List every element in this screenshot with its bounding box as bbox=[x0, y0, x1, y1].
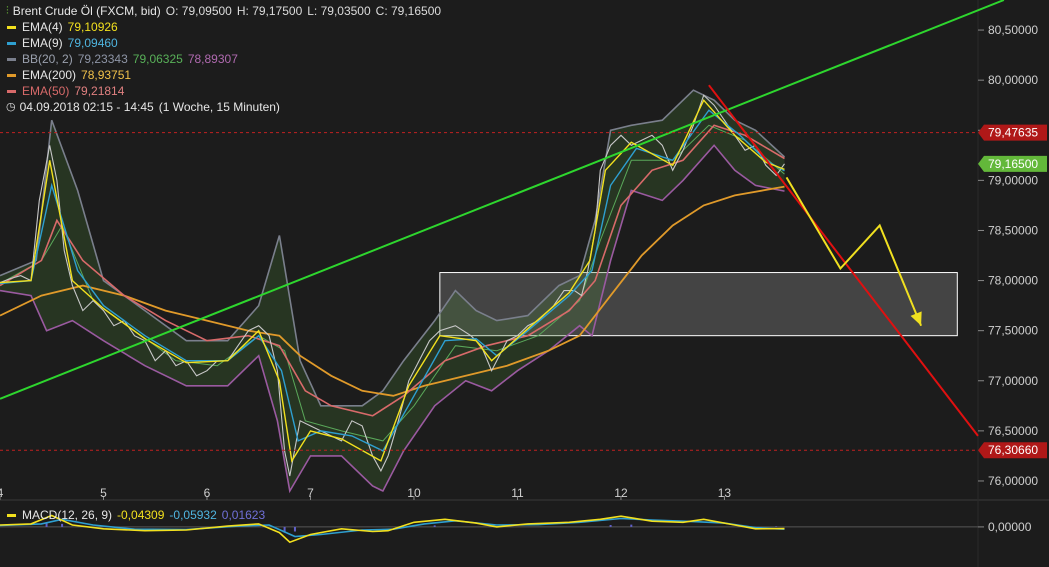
legend-ema4[interactable]: EMA(4) 79,10926 bbox=[4, 19, 446, 35]
time-tick-label: 11 bbox=[511, 486, 524, 500]
time-tick-label: 13 bbox=[718, 486, 732, 500]
bb-swatch bbox=[7, 57, 16, 61]
instrument-name: Brent Crude Öl (FXCM, bid) bbox=[12, 4, 161, 18]
ema4-value: 79,10926 bbox=[67, 20, 118, 34]
bb-upper-value: 79,23343 bbox=[77, 52, 128, 66]
legend-bb[interactable]: BB(20, 2) 79,23343 79,06325 78,89307 bbox=[4, 51, 446, 67]
macd-hist-bar bbox=[433, 525, 436, 527]
low-value: L: 79,03500 bbox=[307, 4, 371, 18]
candlestick-icon: ⫶ bbox=[6, 5, 9, 17]
price-tick-label: 76,00000 bbox=[988, 474, 1038, 488]
period-range: 04.09.2018 02:15 - 14:45 bbox=[19, 100, 154, 114]
macd-signal-value: -0,05932 bbox=[169, 508, 217, 522]
macd-value: -0,04309 bbox=[117, 508, 165, 522]
time-tick-label: 12 bbox=[614, 486, 628, 500]
macd-tick-label: 0,00000 bbox=[988, 520, 1032, 534]
last-price-label: 79,16500 bbox=[978, 155, 1047, 172]
time-tick-label: 5 bbox=[100, 486, 107, 500]
price-tick-label: 76,50000 bbox=[988, 424, 1038, 438]
ema9-value: 79,09460 bbox=[67, 36, 118, 50]
bb-lower-value: 78,89307 bbox=[187, 52, 238, 66]
ema9-label: EMA(9) bbox=[22, 36, 63, 50]
time-tick-label: 10 bbox=[407, 486, 421, 500]
ema4-label: EMA(4) bbox=[22, 20, 63, 34]
period-interval: (1 Woche, 15 Minuten) bbox=[158, 100, 280, 114]
price-label-text: 79,16500 bbox=[988, 157, 1038, 171]
macd-hist-bar bbox=[61, 523, 64, 527]
legend-period: ◷ 04.09.2018 02:15 - 14:45 (1 Woche, 15 … bbox=[4, 99, 446, 115]
ema200-value: 78,93751 bbox=[81, 68, 132, 82]
macd-hist-bar bbox=[775, 526, 778, 527]
macd-swatch bbox=[7, 513, 16, 517]
time-tick-label: 4 bbox=[0, 486, 4, 500]
price-tick-label: 77,00000 bbox=[988, 374, 1038, 388]
price-label-text: 76,30660 bbox=[988, 443, 1038, 457]
ema50-value: 79,21814 bbox=[74, 84, 125, 98]
legend-title-row: ⫶ Brent Crude Öl (FXCM, bid) O: 79,09500… bbox=[4, 3, 446, 19]
macd-label: MACD(12, 26, 9) bbox=[22, 508, 113, 522]
macd-hist-value: 0,01623 bbox=[221, 508, 266, 522]
bb-label: BB(20, 2) bbox=[22, 52, 73, 66]
macd-hist-bar bbox=[293, 526, 296, 532]
price-tick-label: 80,50000 bbox=[988, 23, 1038, 37]
ema50-swatch bbox=[7, 89, 16, 93]
legend-ema50[interactable]: EMA(50) 79,21814 bbox=[4, 83, 446, 99]
legend-ema200[interactable]: EMA(200) 78,93751 bbox=[4, 67, 446, 83]
price-tick-label: 79,00000 bbox=[988, 173, 1038, 187]
macd-hist-bar bbox=[630, 524, 633, 527]
macd-legend[interactable]: MACD(12, 26, 9) -0,04309 -0,05932 0,0162… bbox=[4, 508, 270, 522]
ema200-swatch bbox=[7, 73, 16, 77]
clock-icon: ◷ bbox=[6, 101, 16, 113]
reference-price-label: 79,47635 bbox=[978, 124, 1047, 141]
price-tick-label: 77,50000 bbox=[988, 324, 1038, 338]
ema9-swatch bbox=[7, 41, 16, 45]
reference-price-label: 76,30660 bbox=[978, 442, 1047, 459]
chart-legend: ⫶ Brent Crude Öl (FXCM, bid) O: 79,09500… bbox=[4, 3, 446, 115]
open-value: O: 79,09500 bbox=[165, 4, 232, 18]
close-value: C: 79,16500 bbox=[375, 4, 442, 18]
time-tick-label: 6 bbox=[204, 486, 211, 500]
ema200-label: EMA(200) bbox=[22, 68, 77, 82]
high-value: H: 79,17500 bbox=[236, 4, 303, 18]
ema4-swatch bbox=[7, 25, 16, 29]
price-label-text: 79,47635 bbox=[988, 126, 1038, 140]
price-tick-label: 80,00000 bbox=[988, 73, 1038, 87]
legend-ema9[interactable]: EMA(9) 79,09460 bbox=[4, 35, 446, 51]
macd-hist-bar bbox=[609, 525, 612, 527]
ema50-label: EMA(50) bbox=[22, 84, 70, 98]
price-tick-label: 78,00000 bbox=[988, 274, 1038, 288]
bb-mid-value: 79,06325 bbox=[132, 52, 183, 66]
price-tick-label: 78,50000 bbox=[988, 223, 1038, 237]
time-tick-label: 7 bbox=[307, 486, 314, 500]
